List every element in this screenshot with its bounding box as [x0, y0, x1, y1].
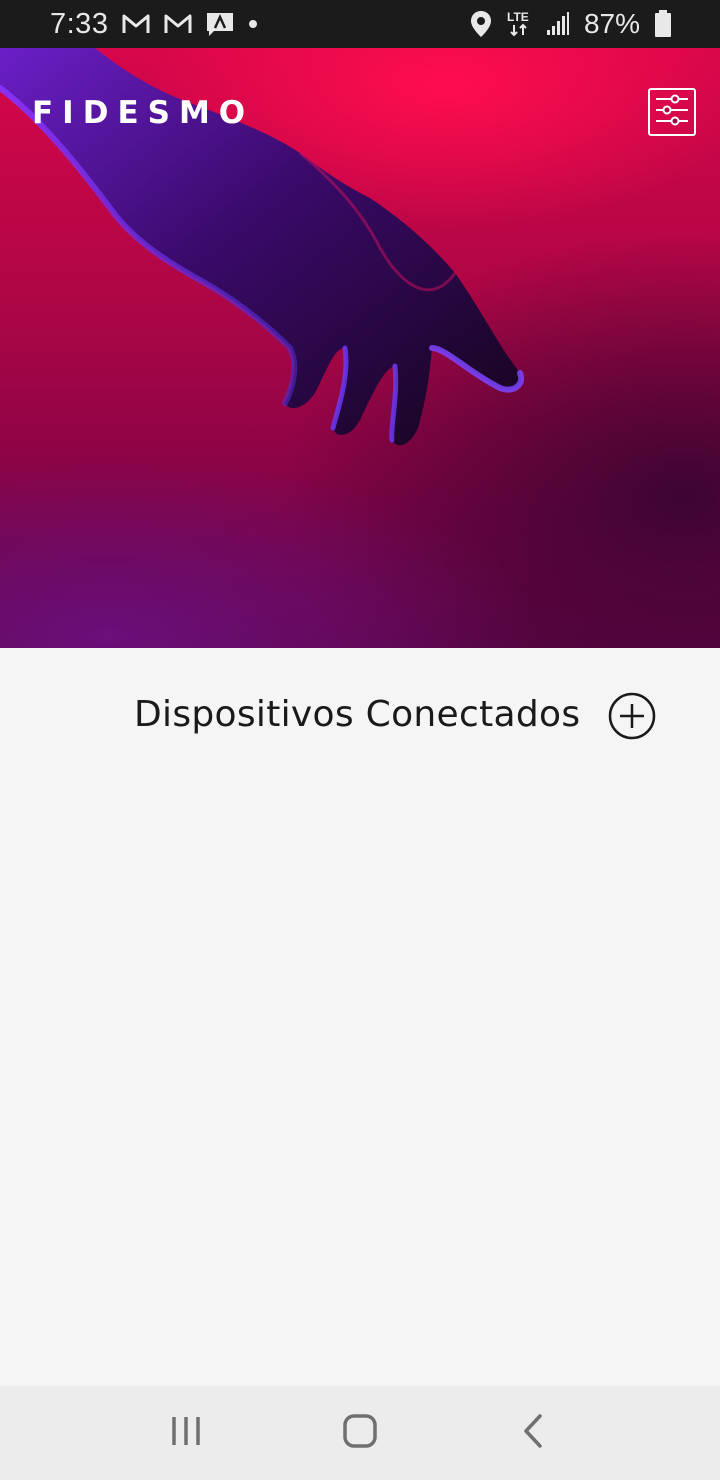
navigation-bar — [0, 1386, 720, 1480]
location-icon — [470, 10, 492, 38]
news-icon — [206, 11, 234, 37]
back-button[interactable] — [503, 1403, 563, 1463]
fidesmo-logo: FIDESMO — [32, 95, 255, 131]
sliders-icon — [654, 92, 690, 133]
hand-image — [0, 48, 525, 446]
add-device-button[interactable] — [608, 692, 656, 740]
battery-icon — [654, 10, 672, 38]
home-button[interactable] — [330, 1403, 390, 1463]
status-bar: 7:33 LTE 87% — [0, 0, 720, 48]
status-time: 7:33 — [50, 7, 109, 40]
settings-button[interactable] — [648, 88, 696, 136]
lte-icon: LTE — [506, 10, 532, 38]
status-left: 7:33 — [50, 8, 258, 41]
connected-devices-header: Dispositivos Conectados — [0, 690, 720, 746]
battery-percent: 87% — [583, 8, 640, 39]
recents-icon — [170, 1414, 204, 1453]
gmail-icon — [164, 13, 192, 35]
section-title: Dispositivos Conectados — [134, 694, 581, 735]
back-icon — [518, 1413, 548, 1454]
signal-icon — [546, 12, 570, 36]
status-right: LTE 87% — [470, 8, 672, 40]
hero-banner: FIDESMO — [0, 48, 720, 648]
svg-text:LTE: LTE — [507, 10, 529, 24]
plus-circle-icon — [608, 692, 656, 744]
dot-icon — [248, 19, 258, 29]
recents-button[interactable] — [157, 1403, 217, 1463]
gmail-icon — [122, 13, 150, 35]
home-icon — [342, 1413, 378, 1454]
